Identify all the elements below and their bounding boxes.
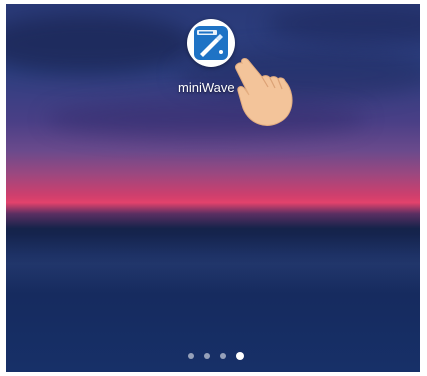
page-dot[interactable]	[220, 353, 226, 359]
wallpaper-cloud	[266, 4, 420, 44]
wallpaper-sea	[6, 234, 420, 294]
page-dot-active[interactable]	[236, 352, 244, 360]
wallpaper-cloud	[46, 99, 366, 139]
wallpaper-cloud	[6, 14, 196, 74]
page-dot[interactable]	[204, 353, 210, 359]
page-dot[interactable]	[188, 353, 194, 359]
pointing-hand-icon	[235, 58, 293, 126]
page-indicator	[188, 350, 254, 362]
